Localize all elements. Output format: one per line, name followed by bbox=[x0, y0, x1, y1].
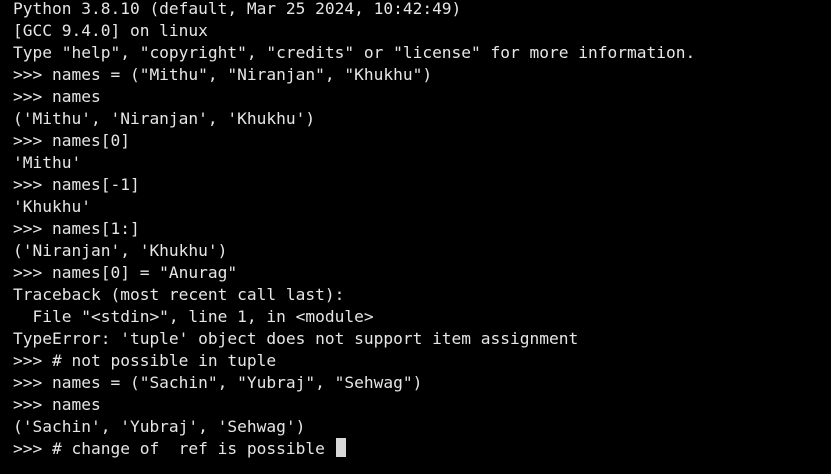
terminal-line: Python 3.8.10 (default, Mar 25 2024, 10:… bbox=[13, 0, 462, 18]
terminal-prompt-line[interactable]: >>> # change of ref is possible bbox=[13, 438, 831, 460]
terminal-line: >>> names[0] = "Anurag" bbox=[13, 263, 238, 282]
terminal-line: >>> # not possible in tuple bbox=[13, 351, 277, 370]
terminal-line: >>> names = ("Sachin", "Yubraj", "Sehwag… bbox=[13, 373, 423, 392]
text-cursor bbox=[335, 438, 346, 457]
terminal-line: Traceback (most recent call last): bbox=[13, 285, 345, 304]
terminal-line: 'Mithu' bbox=[13, 153, 82, 172]
terminal-line: >>> names bbox=[13, 87, 101, 106]
terminal-line: Type "help", "copyright", "credits" or "… bbox=[13, 43, 696, 62]
terminal-window[interactable]: Python 3.8.10 (default, Mar 25 2024, 10:… bbox=[0, 0, 831, 474]
terminal-line: ('Mithu', 'Niranjan', 'Khukhu') bbox=[13, 109, 316, 128]
terminal-line: ('Niranjan', 'Khukhu') bbox=[13, 241, 228, 260]
terminal-line: 'Khukhu' bbox=[13, 197, 91, 216]
prompt-input-text[interactable]: >>> # change of ref is possible bbox=[13, 439, 335, 458]
terminal-line: >>> names bbox=[13, 395, 101, 414]
terminal-line: [GCC 9.4.0] on linux bbox=[13, 21, 208, 40]
terminal-line: >>> names = ("Mithu", "Niranjan", "Khukh… bbox=[13, 65, 433, 84]
terminal-line: >>> names[1:] bbox=[13, 219, 140, 238]
terminal-line: File "<stdin>", line 1, in <module> bbox=[13, 307, 374, 326]
terminal-line: >>> names[-1] bbox=[13, 175, 140, 194]
terminal-line: >>> names[0] bbox=[13, 131, 130, 150]
terminal-line: ('Sachin', 'Yubraj', 'Sehwag') bbox=[13, 417, 306, 436]
terminal-line: TypeError: 'tuple' object does not suppo… bbox=[13, 329, 579, 348]
